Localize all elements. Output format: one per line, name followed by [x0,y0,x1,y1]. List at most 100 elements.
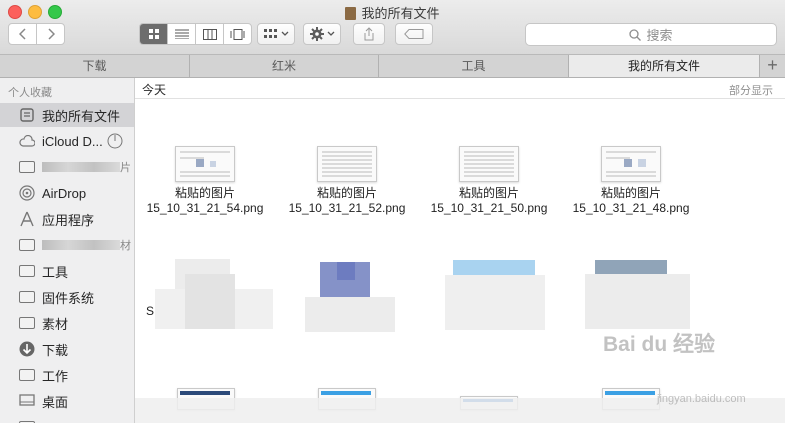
finder-window: 我的所有文件 搜索 下载 红米 工具 我的所有文件 + 个人收藏 我的所有文件 … [0,0,785,423]
chevron-left-icon [18,28,26,40]
search-icon [629,28,642,41]
tab-downloads[interactable]: 下载 [0,55,190,77]
tab-bar: 下载 红米 工具 我的所有文件 + [0,55,785,78]
sidebar-item-label: iCloud D... [42,133,103,149]
sidebar-item-label: AirDrop [42,185,87,201]
tag-button[interactable] [395,23,433,45]
sidebar-item-assets[interactable]: 素材 [0,311,134,335]
gear-icon [309,27,324,41]
group-title: 今天 [142,83,167,97]
blurred-file-item[interactable] [155,244,273,344]
search-placeholder: 搜索 [646,28,673,43]
sidebar-item-label: 素材 [42,316,69,332]
chevron-right-icon [47,28,55,40]
tab-tools[interactable]: 工具 [379,55,569,77]
tab-hongmi[interactable]: 红米 [190,55,379,77]
redacted-label [42,162,120,172]
file-name: 粘贴的图片 15_10_31_21_52.png [288,186,406,215]
sidebar-item-suffix: 材 [120,240,131,252]
file-name: 粘贴的图片 15_10_31_21_54.png [146,186,264,215]
tab-all-files[interactable]: 我的所有文件 [569,55,760,77]
blurred-file-item[interactable] [305,244,395,344]
stray-label: S [146,304,155,318]
folder-icon [19,367,35,383]
forward-button[interactable] [37,24,64,44]
share-icon [364,27,374,41]
sidebar-item-icloud-drive[interactable]: iCloud D... [0,129,134,153]
applications-icon [19,211,35,227]
arrange-icon [263,29,277,38]
file-item[interactable]: 粘贴的图片 15_10_31_21_50.png [419,146,559,216]
folder-icon [19,159,35,175]
sidebar-item-folder-pictures[interactable]: 片 [0,155,134,179]
sidebar-item-partial[interactable] [0,415,134,423]
blurred-file-item[interactable] [445,244,545,344]
file-thumbnail [459,146,519,182]
chevron-down-icon [327,31,334,36]
folder-icon [19,263,35,279]
chevron-down-icon [281,31,288,36]
sidebar-section-title: 个人收藏 [8,87,52,99]
sidebar-item-label: 固件系统 [42,290,95,306]
folder-icon [19,237,35,253]
sidebar-item-tools[interactable]: 工具 [0,259,134,283]
sidebar-item-desktop[interactable]: 桌面 [0,389,134,413]
file-name: 粘贴的图片 15_10_31_21_50.png [430,186,548,215]
search-input[interactable]: 搜索 [525,23,777,46]
file-item[interactable]: 粘贴的图片 15_10_31_21_52.png [277,146,417,216]
back-button[interactable] [9,24,37,44]
icon-view-button[interactable] [140,24,168,44]
all-files-icon [19,107,35,123]
sidebar-item-work[interactable]: 工作 [0,363,134,387]
sidebar: 个人收藏 我的所有文件 iCloud D... 片 AirDrop 应用程序 材… [0,78,135,423]
add-tab-button[interactable]: + [760,55,785,77]
file-name: 粘贴的图片 15_10_31_21_48.png [572,186,690,215]
sidebar-item-folder-materials[interactable]: 材 [0,233,134,257]
folder-icon [19,419,35,423]
sidebar-item-applications[interactable]: 应用程序 [0,207,134,231]
watermark-logo: Bai du 经验 [603,333,716,356]
desktop-icon [19,393,35,409]
back-forward-control [8,23,65,45]
toolbar: 我的所有文件 搜索 [0,0,785,55]
group-header: 今天 部分显示 [135,78,785,99]
cover-flow-button[interactable] [224,24,251,44]
file-browser: 今天 部分显示 粘贴的图片 15_10_31_21_54.png 粘贴的图片 1… [135,78,785,423]
watermark-url: jingyan.baidu.com [657,393,746,405]
folder-icon [19,289,35,305]
window-title: 我的所有文件 [0,3,785,22]
sidebar-item-label: 下载 [42,342,69,358]
action-button[interactable] [303,23,341,45]
redacted-label [42,240,120,250]
sidebar-item-suffix: 片 [120,162,131,174]
column-view-button[interactable] [196,24,224,44]
columns-icon [202,28,217,40]
file-thumbnail [175,146,235,182]
sidebar-item-label: 我的所有文件 [42,108,121,124]
cloud-icon [19,133,35,149]
file-item[interactable]: 粘贴的图片 15_10_31_21_48.png [561,146,701,216]
cover-flow-icon [230,28,244,40]
view-mode-control [139,23,252,45]
arrange-button[interactable] [257,23,295,45]
sidebar-item-label: 工作 [42,368,69,384]
progress-ring-icon [107,133,123,149]
folder-icon [19,315,35,331]
file-thumbnail [601,146,661,182]
tag-icon [404,29,424,39]
airdrop-icon [19,185,35,201]
grid-icon [148,29,159,39]
all-files-icon [345,7,357,20]
downloads-icon [19,341,35,357]
sidebar-item-label: 工具 [42,264,69,280]
show-less-link[interactable]: 部分显示 [729,82,773,98]
sidebar-item-all-files[interactable]: 我的所有文件 [0,103,134,127]
list-view-button[interactable] [168,24,196,44]
sidebar-item-downloads[interactable]: 下载 [0,337,134,361]
share-button[interactable] [353,23,385,45]
sidebar-item-firmware[interactable]: 固件系统 [0,285,134,309]
file-thumbnail [317,146,377,182]
file-item[interactable]: 粘贴的图片 15_10_31_21_54.png [135,146,275,216]
list-icon [174,29,189,39]
sidebar-item-airdrop[interactable]: AirDrop [0,181,134,205]
